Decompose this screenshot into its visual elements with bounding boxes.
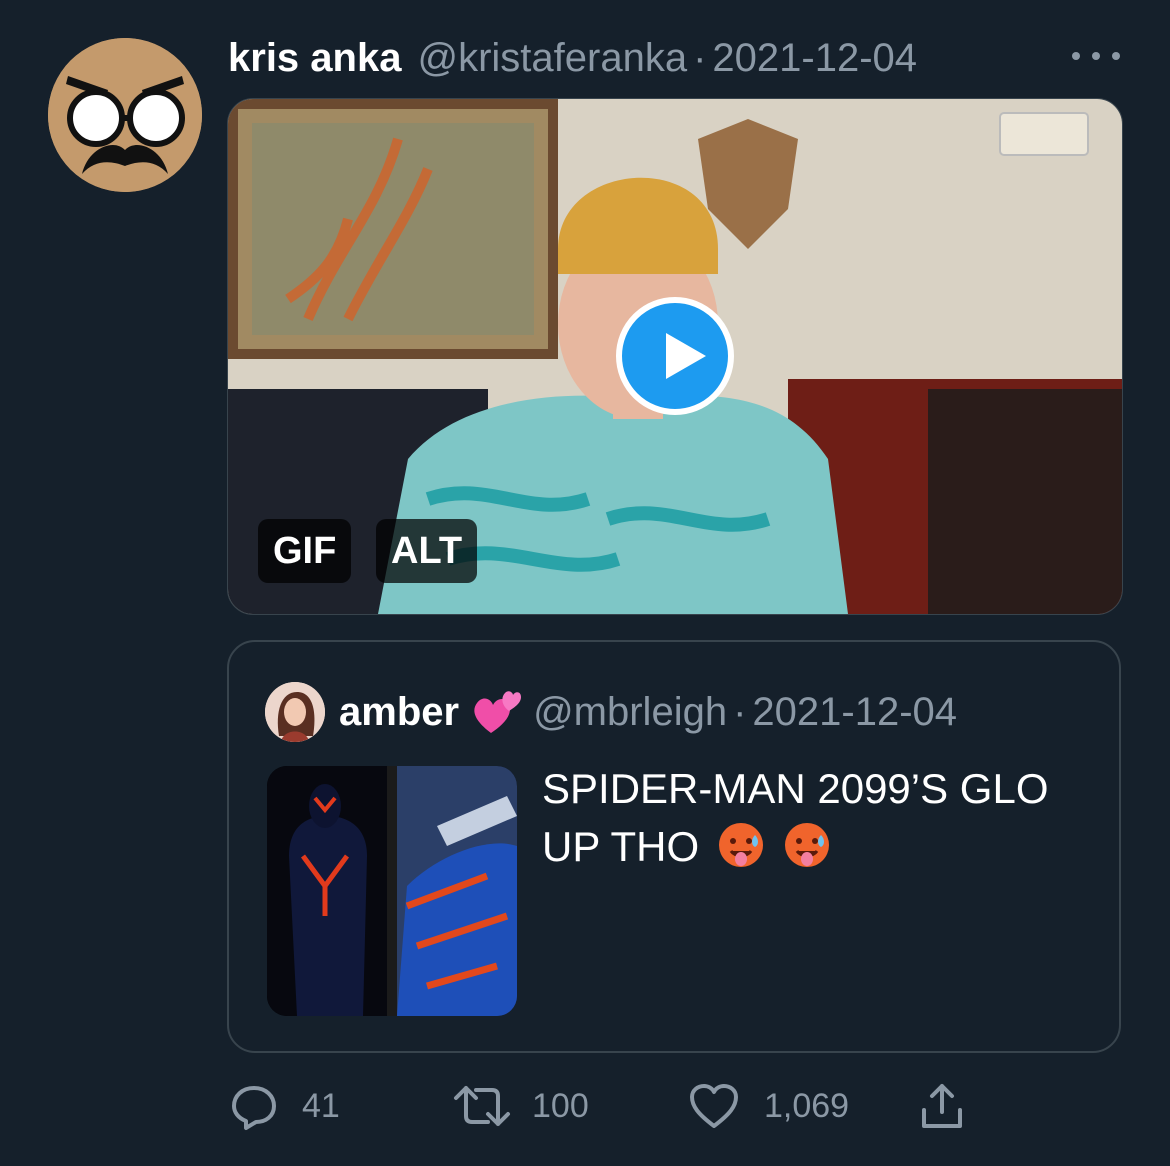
quoted-author-handle[interactable]: @mbrleigh (533, 690, 727, 735)
share-button[interactable] (916, 1078, 968, 1134)
hot-face-emoji (784, 823, 829, 867)
tweet-media-gif[interactable]: GIF ALT (227, 98, 1123, 615)
reply-button[interactable]: 41 (228, 1078, 340, 1134)
hot-face-emoji (718, 823, 763, 867)
like-button[interactable]: 1,069 (688, 1078, 849, 1134)
avatar-portrait-illustration (265, 682, 325, 742)
quoted-header-separator: · (733, 689, 747, 734)
quoted-author-avatar (265, 682, 325, 742)
heart-icon (690, 1084, 738, 1128)
quoted-tweet-date[interactable]: 2021-12-04 (752, 690, 957, 735)
retweet-button[interactable]: 100 (452, 1078, 589, 1134)
more-horizontal-icon[interactable] (1072, 40, 1120, 72)
avatar-face-illustration (48, 38, 202, 192)
quoted-tweet[interactable]: amber @mbrleigh · 2021-12-04 SPIDER-MAN … (227, 640, 1121, 1053)
reply-icon (232, 1086, 276, 1130)
quoted-tweet-text: SPIDER-MAN 2099’S GLO UP THO (542, 760, 1102, 876)
alt-text-button[interactable]: ALT (376, 519, 478, 583)
reply-count: 41 (302, 1086, 340, 1125)
author-handle[interactable]: @kristaferanka (417, 36, 687, 81)
play-icon[interactable] (616, 297, 734, 415)
quoted-tweet-header: amber @mbrleigh · 2021-12-04 (339, 686, 957, 738)
tweet-actions: 41 100 1,069 (228, 1078, 1128, 1134)
quoted-author-name[interactable]: amber (339, 690, 459, 735)
heart-emoji (474, 691, 522, 733)
author-name[interactable]: kris anka (228, 36, 401, 81)
gif-badge: GIF (258, 519, 352, 583)
author-avatar[interactable] (48, 38, 202, 192)
header-separator: · (693, 35, 707, 80)
quoted-thumbnail-image (267, 766, 517, 1016)
quoted-media-thumbnail[interactable] (267, 766, 517, 1016)
retweet-icon (454, 1086, 510, 1126)
retweet-count: 100 (532, 1086, 589, 1125)
tweet-header: kris anka @kristaferanka · 2021-12-04 (228, 32, 917, 84)
like-count: 1,069 (764, 1086, 850, 1125)
tweet-date[interactable]: 2021-12-04 (712, 36, 917, 81)
share-icon (922, 1084, 962, 1128)
